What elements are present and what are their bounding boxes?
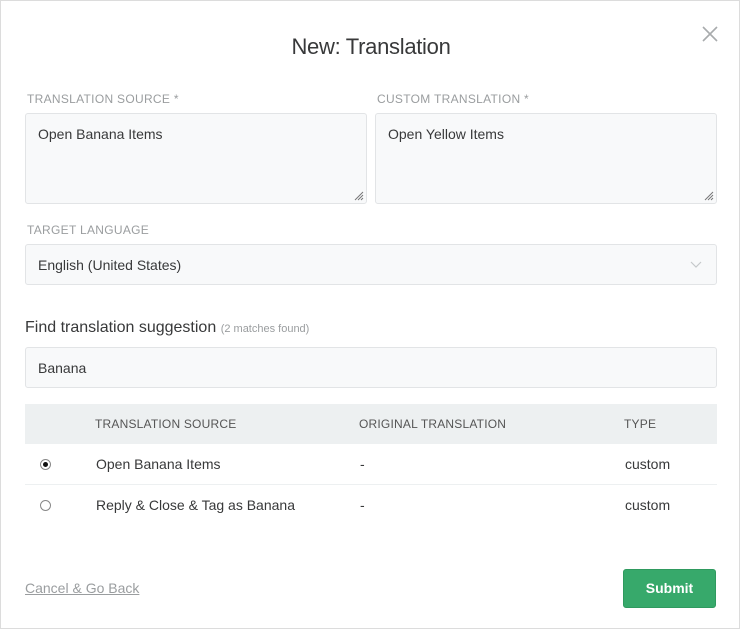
submit-button[interactable]: Submit	[623, 569, 716, 608]
translation-source-value: Open Banana Items	[38, 126, 163, 142]
suggestion-search-input[interactable]: Banana	[25, 347, 717, 388]
custom-translation-value: Open Yellow Items	[388, 126, 504, 142]
row-type: custom	[625, 456, 671, 472]
target-language-value: English (United States)	[38, 257, 182, 273]
row-source: Open Banana Items	[96, 456, 221, 472]
find-suggestion-heading: Find translation suggestion (2 matches f…	[25, 319, 309, 337]
translation-source-label: TRANSLATION SOURCE *	[27, 92, 179, 106]
dialog-title: New: Translation	[291, 34, 451, 59]
column-original-translation: ORIGINAL TRANSLATION	[359, 417, 507, 431]
search-value: Banana	[38, 360, 87, 376]
row-original: -	[360, 497, 365, 513]
row-type: custom	[625, 497, 671, 513]
cancel-link[interactable]: Cancel & Go Back	[25, 580, 139, 596]
radio-selected[interactable]	[40, 459, 51, 470]
resize-handle-icon[interactable]	[704, 191, 714, 201]
find-suggestion-title: Find translation suggestion	[25, 319, 217, 336]
chevron-down-icon	[690, 261, 702, 268]
matches-count: (2 matches found)	[220, 323, 310, 335]
column-translation-source: TRANSLATION SOURCE	[95, 417, 237, 431]
column-type: TYPE	[624, 417, 657, 431]
target-language-label: TARGET LANGUAGE	[27, 223, 150, 237]
target-language-select[interactable]: English (United States)	[25, 244, 717, 285]
new-translation-dialog: New: Translation TRANSLATION SOURCE * Op…	[0, 0, 740, 629]
translation-source-textarea[interactable]: Open Banana Items	[25, 113, 367, 204]
row-source: Reply & Close & Tag as Banana	[96, 497, 295, 513]
table-header: TRANSLATION SOURCE ORIGINAL TRANSLATION …	[25, 404, 717, 444]
row-original: -	[360, 456, 365, 472]
custom-translation-textarea[interactable]: Open Yellow Items	[375, 113, 717, 204]
table-row[interactable]: Reply & Close & Tag as Banana - custom	[25, 485, 717, 526]
resize-handle-icon[interactable]	[354, 191, 364, 201]
custom-translation-label: CUSTOM TRANSLATION *	[377, 92, 530, 106]
radio-unselected[interactable]	[40, 500, 51, 511]
table-row[interactable]: Open Banana Items - custom	[25, 444, 717, 485]
